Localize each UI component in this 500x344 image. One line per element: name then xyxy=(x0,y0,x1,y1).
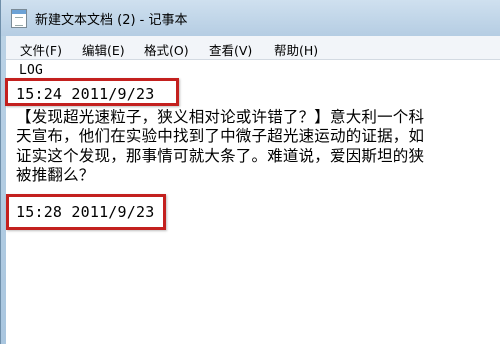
text-line-4: 被推翻么？ xyxy=(16,166,95,184)
title-bar[interactable]: 新建文本文档 (2) - 记事本 xyxy=(1,0,500,36)
text-line-2: 天宣布，他们在实验中找到了中微子超光速运动的证据，如 xyxy=(16,127,425,145)
menu-format[interactable]: 格式(O) xyxy=(144,40,189,59)
menu-file[interactable]: 文件(F) xyxy=(20,40,62,59)
text-line-log: LOG xyxy=(19,63,44,78)
menu-edit[interactable]: 编辑(E) xyxy=(82,40,125,59)
notepad-icon xyxy=(11,9,27,28)
notepad-window: 新建文本文档 (2) - 记事本 文件(F) 编辑(E) 格式(O) 查看(V)… xyxy=(0,0,500,344)
menu-bar: 文件(F) 编辑(E) 格式(O) 查看(V) 帮助(H) xyxy=(6,36,500,60)
window-title: 新建文本文档 (2) - 记事本 xyxy=(35,13,188,28)
highlight-box-timestamp-1 xyxy=(5,78,179,106)
highlight-box-timestamp-2 xyxy=(6,194,166,230)
menu-view[interactable]: 查看(V) xyxy=(209,40,252,59)
menu-help[interactable]: 帮助(H) xyxy=(274,40,318,59)
